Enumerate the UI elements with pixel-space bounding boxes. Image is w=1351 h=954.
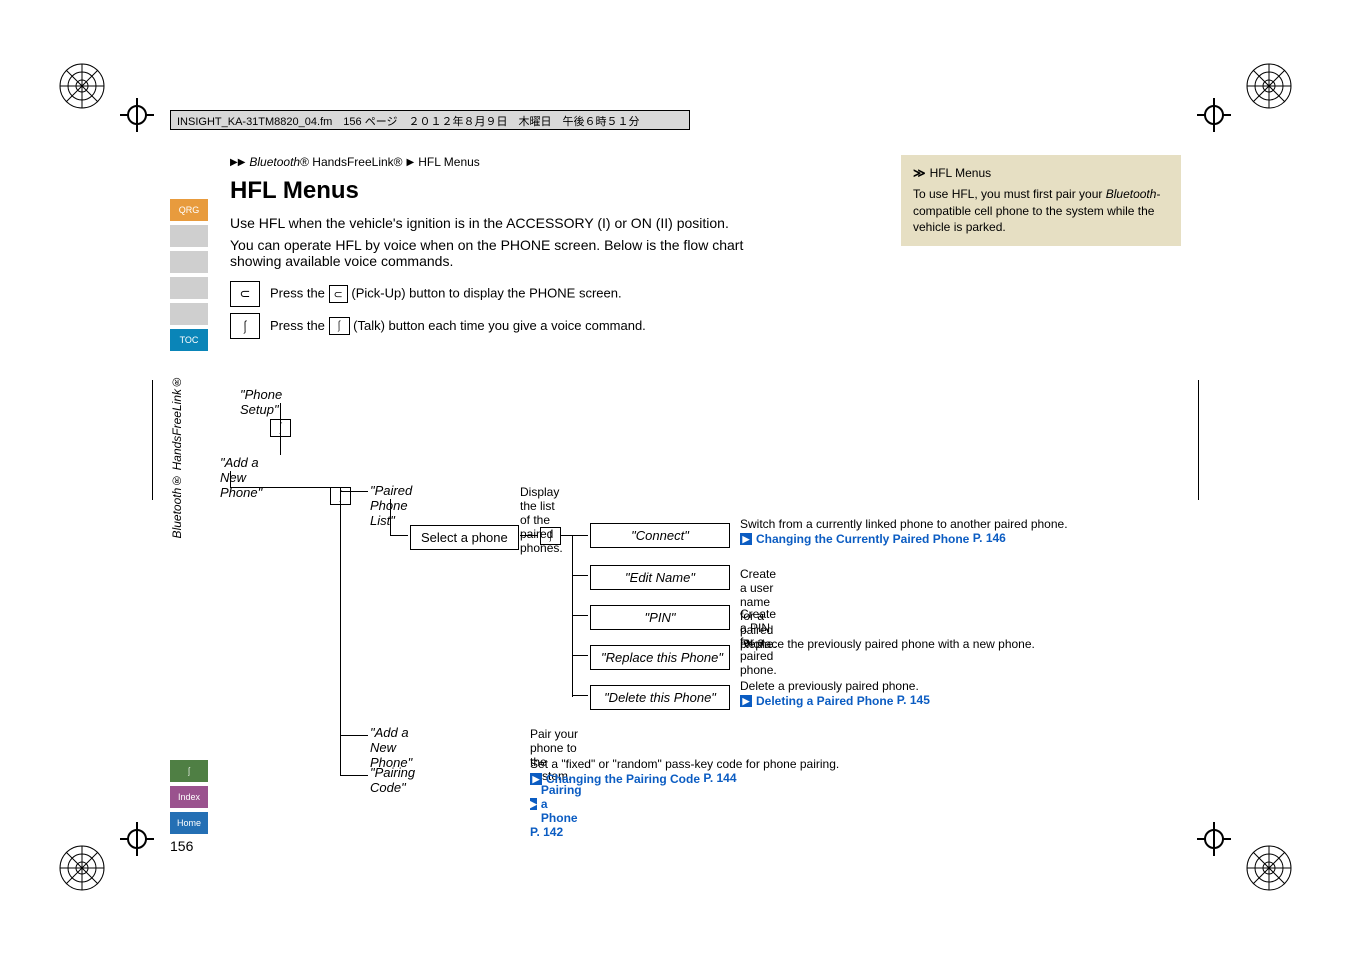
tab-empty[interactable] [170,277,208,299]
voice-cmd-pin: "PIN" [590,605,730,630]
voice-cmd-paired-phone-list: "Paired Phone List" [370,483,412,528]
talk-icon: ⎰ [540,527,561,545]
callout-title: ≫ HFL Menus [913,165,1169,182]
crosshair-icon [120,822,154,856]
registration-mark-icon [58,844,106,892]
voice-cmd-add-new-phone: "Add a New Phone" [220,455,262,500]
crosshair-icon [1197,98,1231,132]
crosshair-icon [120,98,154,132]
note-icon: ≫ [913,165,926,182]
trim-line [1198,380,1199,500]
voice-cmd-delete-this-phone: "Delete this Phone" [590,685,730,710]
link-changing-currently-paired[interactable]: ▶Changing the Currently Paired Phone [740,532,969,546]
action-select-phone: Select a phone [410,525,519,550]
step-2: ⎰ Press the ⎰ (Talk) button each time yo… [230,313,1181,339]
tab-qrg[interactable]: QRG [170,199,208,221]
link-pairing-a-phone[interactable]: ▶Pairing a Phone [530,783,587,825]
file-info-header: INSIGHT_KA-31TM8820_04.fm 156 ページ ２０１２年８… [170,110,690,130]
talk-icon-inline: ⎰ [329,317,350,335]
callout-body: To use HFL, you must first pair your Blu… [913,186,1169,236]
desc-replace: Replace the previously paired phone with… [740,637,1070,651]
page-ref: P. 142 [530,825,563,839]
registration-mark-icon [58,62,106,110]
tab-home[interactable]: Home [170,812,208,834]
page-ref: P. 144 [703,771,736,785]
chevron-right-icon: ▶▶ [230,157,245,168]
desc-pairing-code: Set a "fixed" or "random" pass-key code … [530,757,950,786]
voice-cmd-pairing-code: "Pairing Code" [370,765,415,795]
registration-mark-icon [1245,844,1293,892]
voice-cmd-replace-this-phone: "Replace this Phone" [590,645,730,670]
tab-index[interactable]: Index [170,786,208,808]
tab-toc[interactable]: TOC [170,329,208,351]
voice-cmd-connect: "Connect" [590,523,730,548]
talk-button-icon: ⎰ [230,313,260,339]
pickup-icon-inline: ⊂ [329,285,348,303]
sidebar-tabs-bottom: ⎰ Index Home [170,760,208,834]
tab-empty[interactable] [170,225,208,247]
registration-mark-icon [1245,62,1293,110]
tab-empty[interactable] [170,251,208,273]
page-ref: P. 146 [973,531,1006,545]
pickup-button-icon: ⊂ [230,281,260,307]
step-1: ⊂ Press the ⊂ (Pick-Up) button to displa… [230,281,1181,307]
talk-icon: ⎰ [270,419,291,437]
page-ref: P. 145 [897,693,930,707]
trim-line [152,380,153,500]
crosshair-icon [1197,822,1231,856]
desc-connect: Switch from a currently linked phone to … [740,517,1120,546]
voice-cmd-phone-setup: "Phone Setup" [240,387,282,417]
tab-empty[interactable] [170,303,208,325]
link-changing-pairing-code[interactable]: ▶Changing the Pairing Code [530,772,700,786]
voice-cmd-edit-name: "Edit Name" [590,565,730,590]
chevron-right-icon: ▶ [407,157,415,168]
voice-cmd-add-new-phone-2: "Add a New Phone" [370,725,412,770]
page-number: 156 [170,838,193,854]
intro-text-2: You can operate HFL by voice when on the… [230,237,750,269]
desc-delete: Delete a previously paired phone. ▶Delet… [740,679,1070,708]
intro-text-1: Use HFL when the vehicle's ignition is i… [230,215,750,231]
callout-box: ≫ HFL Menus To use HFL, you must first p… [901,155,1181,246]
link-deleting-paired-phone[interactable]: ▶Deleting a Paired Phone [740,694,893,708]
talk-icon: ⎰ [184,765,193,778]
tab-voice[interactable]: ⎰ [170,760,208,782]
chapter-vertical-label: Bluetooth® HandsFreeLink® [170,375,184,538]
sidebar-tabs-top: QRG TOC [170,199,208,351]
talk-icon: ⎰ [330,487,351,505]
